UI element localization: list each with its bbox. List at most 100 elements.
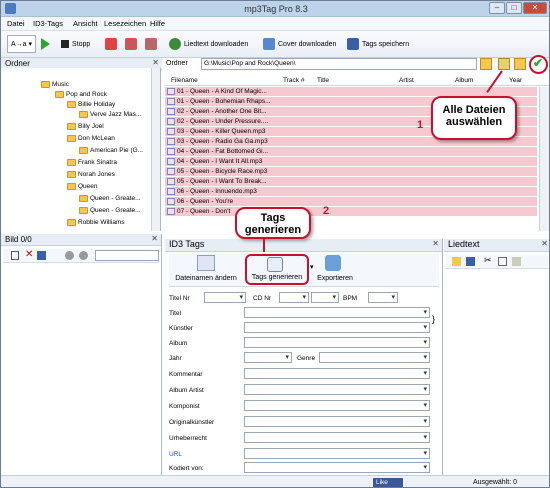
cd-total-combo[interactable]	[311, 292, 339, 303]
bpm-combo[interactable]	[368, 292, 398, 303]
save-lyrics-icon[interactable]	[466, 257, 475, 266]
tree-item[interactable]: Don McLean	[67, 133, 115, 144]
tree-item[interactable]: Billy Joel	[67, 121, 104, 132]
stop-button[interactable]: Stopp	[61, 35, 90, 53]
year-combo[interactable]	[244, 352, 292, 363]
delete-picture-icon[interactable]: ✕	[25, 249, 33, 260]
url-label[interactable]: URL	[169, 451, 182, 458]
picture-close-icon[interactable]: ✕	[151, 234, 158, 243]
generate-tags-button[interactable]: Tags generieren	[245, 254, 309, 285]
maximize-button[interactable]: □	[506, 2, 522, 14]
close-button[interactable]: ✕	[523, 2, 547, 14]
file-row[interactable]: 04 - Queen - I Want It All.mp3	[165, 157, 537, 167]
prev-picture-icon[interactable]	[65, 251, 74, 260]
new-picture-icon[interactable]	[11, 251, 19, 260]
tree-item[interactable]: Queen - Greate...	[79, 193, 141, 204]
lyrics-close-icon[interactable]: ✕	[541, 239, 548, 248]
menu-id3-tags[interactable]: ID3-Tags	[33, 19, 63, 28]
col-title[interactable]: Title	[317, 77, 329, 84]
picture-panel: Bild 0/0 ✕ ✕	[1, 234, 162, 475]
open-folder-icon[interactable]	[514, 58, 526, 70]
sort-dropdown-button[interactable]: A→a ▾	[7, 35, 37, 53]
toolbar: A→a ▾ Stopp Liedtext downloaden Cover do…	[1, 31, 549, 58]
tree-item[interactable]: American Pie (G...	[79, 145, 143, 156]
file-name: 01 - Queen - Bohemian Rhaps...	[177, 98, 271, 105]
rename-files-button[interactable]: Dateinamen ändern	[171, 275, 241, 282]
browse-folder-icon[interactable]	[480, 58, 492, 70]
file-name: 03 - Queen - Killer Queen.mp3	[177, 128, 266, 135]
genre-combo[interactable]	[319, 352, 430, 363]
col-track[interactable]: Track #	[283, 77, 304, 84]
tree-item-label: Verve Jazz Mas...	[90, 111, 142, 118]
col-album[interactable]: Album	[455, 77, 473, 84]
year-label: Jahr	[169, 355, 182, 362]
tag-tool-button-3[interactable]	[145, 35, 157, 53]
tree-item[interactable]: Frank Sinatra	[67, 157, 117, 168]
export-button[interactable]: Exportieren	[315, 275, 355, 282]
tree-item[interactable]: Norah Jones	[67, 169, 115, 180]
like-button[interactable]: Like	[373, 478, 403, 487]
original-artist-combo[interactable]	[244, 416, 430, 427]
path-input[interactable]: G:\Music\Pop and Rock\Queen\	[201, 58, 477, 70]
tag-tool-button-1[interactable]	[105, 35, 117, 53]
col-year[interactable]: Year	[509, 77, 522, 84]
mp3-file-icon	[167, 207, 175, 215]
callout-select-all: Alle Dateien auswählen	[431, 96, 517, 140]
file-list-scrollbar[interactable]	[539, 87, 549, 231]
app-window: mp3Tag Pro 8.3 – □ ✕ Datei ID3-Tags Ansi…	[0, 0, 550, 488]
select-all-button[interactable]: ✔	[529, 55, 548, 74]
url-combo[interactable]	[244, 448, 430, 459]
album-artist-combo[interactable]	[244, 384, 430, 395]
next-picture-icon[interactable]	[79, 251, 88, 260]
composer-combo[interactable]	[244, 400, 430, 411]
refresh-folder-icon[interactable]	[498, 58, 510, 70]
file-row[interactable]: 05 - Queen - I Want To Break...	[165, 177, 537, 187]
menu-ansicht[interactable]: Ansicht	[73, 19, 98, 28]
save-picture-icon[interactable]	[37, 251, 46, 260]
track-number-combo[interactable]	[204, 292, 246, 303]
col-filename[interactable]: Filename	[171, 77, 198, 84]
generate-dropdown-icon[interactable]: ▾	[310, 263, 314, 271]
cut-icon[interactable]: ✂	[484, 255, 492, 266]
tree-item[interactable]: Queen	[67, 181, 98, 192]
title-combo[interactable]	[244, 307, 430, 318]
menu-hilfe[interactable]: Hilfe	[150, 19, 165, 28]
folder-scrollbar[interactable]	[151, 68, 160, 231]
paste-icon[interactable]	[512, 257, 521, 266]
file-row[interactable]: 05 - Queen - Bicycle Race.mp3	[165, 167, 537, 177]
file-row[interactable]: 06 - Queen - Innuendo.mp3	[165, 187, 537, 197]
callout-pointer	[263, 238, 265, 252]
open-lyrics-icon[interactable]	[452, 257, 461, 266]
generate-tags-icon	[267, 257, 283, 272]
id3-close-icon[interactable]: ✕	[432, 239, 439, 248]
lyrics-download-button[interactable]: Liedtext downloaden	[169, 35, 248, 53]
cover-download-button[interactable]: Cover downloaden	[263, 35, 336, 53]
encoded-by-combo[interactable]	[244, 462, 430, 473]
artist-combo[interactable]	[244, 322, 430, 333]
title-bar: mp3Tag Pro 8.3 – □ ✕	[1, 1, 549, 17]
file-row[interactable]: 04 - Queen - Fat Bottomed Gi...	[165, 147, 537, 157]
picture-type-field[interactable]	[95, 250, 159, 261]
save-tags-button[interactable]: Tags speichern	[347, 35, 409, 53]
copy-icon[interactable]	[498, 257, 507, 266]
tree-item[interactable]: Robbie Williams	[67, 217, 125, 228]
menu-lesezeichen[interactable]: Lesezeichen	[104, 19, 146, 28]
file-name: 05 - Queen - Bicycle Race.mp3	[177, 168, 268, 175]
mp3-file-icon	[167, 87, 175, 95]
tree-item[interactable]: Verve Jazz Mas...	[79, 109, 141, 120]
tag-tool-button-2[interactable]	[125, 35, 137, 53]
file-row[interactable]: 06 - Queen - You're	[165, 197, 537, 207]
tree-item-label: American Pie (G...	[90, 147, 144, 154]
folders-close-icon[interactable]: ✕	[152, 58, 159, 67]
copyright-combo[interactable]	[244, 432, 430, 443]
comment-combo[interactable]	[244, 368, 430, 379]
album-combo[interactable]	[244, 337, 430, 348]
menu-datei[interactable]: Datei	[7, 19, 25, 28]
tree-item[interactable]: Queen - Greate...	[79, 205, 141, 216]
minimize-button[interactable]: –	[489, 2, 505, 14]
col-artist[interactable]: Artist	[399, 77, 414, 84]
cd-number-combo[interactable]	[279, 292, 309, 303]
play-button[interactable]	[41, 35, 50, 53]
file-row[interactable]: 07 - Queen - Don't	[165, 207, 537, 217]
rename-files-icon	[197, 255, 215, 271]
